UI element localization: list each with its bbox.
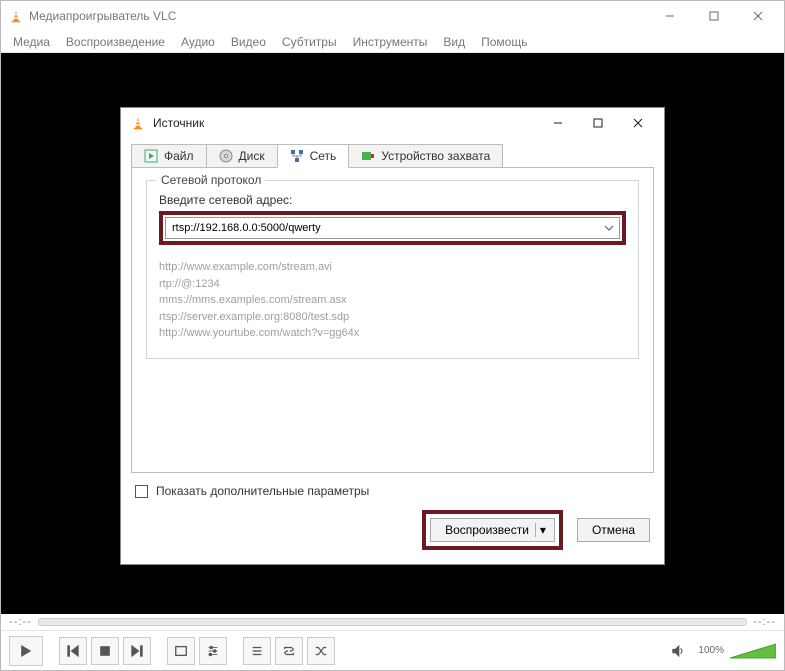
example-line: http://www.example.com/stream.avi: [159, 259, 626, 276]
play-highlight: Воспроизвести ▾: [422, 510, 563, 550]
shuffle-button[interactable]: [307, 637, 335, 665]
tab-file[interactable]: Файл: [131, 144, 207, 168]
dialog-bottom: Показать дополнительные параметры Воспро…: [121, 474, 664, 564]
play-button[interactable]: [9, 636, 43, 666]
menubar: Медиа Воспроизведение Аудио Видео Субтит…: [1, 31, 784, 53]
titlebar: Медиапроигрыватель VLC: [1, 1, 784, 31]
menu-video[interactable]: Видео: [223, 33, 274, 51]
example-line: mms://mms.examples.com/stream.asx: [159, 292, 626, 309]
example-line: rtp://@:1234: [159, 276, 626, 293]
cancel-button[interactable]: Отмена: [577, 518, 650, 542]
network-url-input[interactable]: rtsp://192.168.0.0:5000/qwerty: [165, 217, 620, 239]
dialog-minimize-button[interactable]: [538, 109, 578, 137]
tab-disc[interactable]: Диск: [206, 144, 278, 168]
example-line: rtsp://server.example.org:8080/test.sdp: [159, 309, 626, 326]
menu-audio[interactable]: Аудио: [173, 33, 223, 51]
open-source-dialog: Источник Файл Диск Сеть Устройство захва…: [120, 107, 665, 565]
minimize-button[interactable]: [648, 2, 692, 30]
play-file-icon: [144, 149, 158, 163]
time-elapsed: --:--: [9, 616, 32, 628]
dropdown-arrow-icon[interactable]: ▾: [535, 523, 550, 537]
url-highlight: rtsp://192.168.0.0:5000/qwerty: [159, 211, 626, 245]
tab-network[interactable]: Сеть: [277, 144, 350, 168]
dialog-close-button[interactable]: [618, 109, 658, 137]
play-button-dialog[interactable]: Воспроизвести ▾: [430, 518, 555, 542]
tabs: Файл Диск Сеть Устройство захвата: [121, 138, 664, 168]
seek-row: --:-- --:--: [1, 614, 784, 630]
dialog-title: Источник: [153, 116, 204, 130]
capture-icon: [361, 149, 375, 163]
menu-view[interactable]: Вид: [435, 33, 473, 51]
tab-capture-label: Устройство захвата: [381, 149, 490, 163]
url-examples: http://www.example.com/stream.avi rtp://…: [159, 259, 626, 342]
window-title: Медиапроигрыватель VLC: [29, 9, 176, 23]
volume-percent: 100%: [698, 645, 724, 656]
chevron-down-icon[interactable]: [603, 222, 615, 237]
stop-button[interactable]: [91, 637, 119, 665]
dialog-maximize-button[interactable]: [578, 109, 618, 137]
tab-disc-label: Диск: [239, 149, 265, 163]
ext-settings-button[interactable]: [199, 637, 227, 665]
vlc-cone-icon: [9, 9, 23, 23]
menu-playback[interactable]: Воспроизведение: [58, 33, 173, 51]
loop-button[interactable]: [275, 637, 303, 665]
tab-file-label: Файл: [164, 149, 194, 163]
next-button[interactable]: [123, 637, 151, 665]
playlist-button[interactable]: [243, 637, 271, 665]
menu-tools[interactable]: Инструменты: [345, 33, 436, 51]
seek-slider[interactable]: [38, 618, 748, 626]
maximize-button[interactable]: [692, 2, 736, 30]
fullscreen-button[interactable]: [167, 637, 195, 665]
disc-icon: [219, 149, 233, 163]
tab-network-label: Сеть: [310, 149, 337, 163]
vlc-cone-icon: [131, 116, 145, 130]
menu-subtitles[interactable]: Субтитры: [274, 33, 345, 51]
checkbox-box: [135, 485, 148, 498]
menu-help[interactable]: Помощь: [473, 33, 535, 51]
tab-panel-network: Сетевой протокол Введите сетевой адрес: …: [131, 167, 654, 473]
show-more-options-checkbox[interactable]: Показать дополнительные параметры: [135, 484, 650, 498]
play-button-label: Воспроизвести: [445, 523, 529, 537]
cancel-button-label: Отмена: [592, 523, 635, 537]
tab-capture[interactable]: Устройство захвата: [348, 144, 503, 168]
network-protocol-group: Сетевой протокол Введите сетевой адрес: …: [146, 180, 639, 359]
mute-button[interactable]: [664, 637, 692, 665]
time-total: --:--: [753, 616, 776, 628]
url-label: Введите сетевой адрес:: [159, 193, 626, 207]
example-line: http://www.yourtube.com/watch?v=gg64x: [159, 325, 626, 342]
show-more-label: Показать дополнительные параметры: [156, 484, 369, 498]
player-controls: 100%: [1, 630, 784, 670]
prev-button[interactable]: [59, 637, 87, 665]
volume-slider[interactable]: [730, 642, 776, 660]
close-button[interactable]: [736, 2, 780, 30]
vlc-main-window: Медиапроигрыватель VLC Медиа Воспроизвед…: [0, 0, 785, 671]
group-title: Сетевой протокол: [157, 173, 265, 187]
network-icon: [290, 149, 304, 163]
dialog-titlebar: Источник: [121, 108, 664, 138]
menu-media[interactable]: Медиа: [5, 33, 58, 51]
network-url-value: rtsp://192.168.0.0:5000/qwerty: [172, 222, 321, 234]
